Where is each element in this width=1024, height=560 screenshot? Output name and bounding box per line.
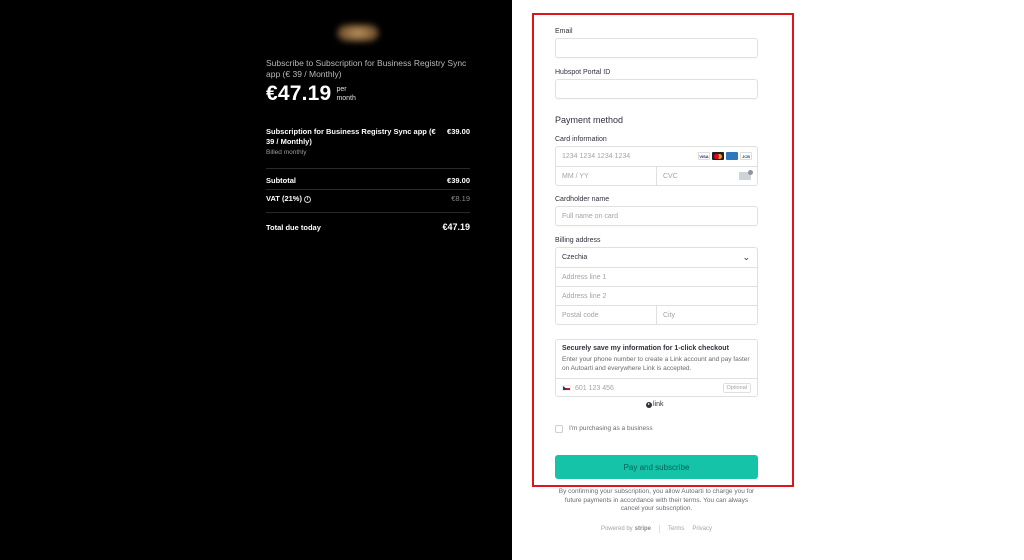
link-save-description: Enter your phone number to create a Link… xyxy=(562,356,750,372)
address-line1-input[interactable]: Address line 1 xyxy=(556,268,757,286)
address-line2-input[interactable]: Address line 2 xyxy=(556,287,757,305)
cvc-card-icon xyxy=(739,170,753,180)
vat-label-wrap: VAT (21%) i xyxy=(266,194,311,203)
email-label: Email xyxy=(555,28,573,35)
cardholder-label: Cardholder name xyxy=(555,196,610,203)
info-icon[interactable]: i xyxy=(303,195,311,203)
email-input[interactable] xyxy=(555,38,758,58)
price-row: €47.19 per month xyxy=(266,82,356,106)
card-brands: VISA JCB xyxy=(698,152,752,160)
country-value: Czechia xyxy=(562,254,588,261)
phone-placeholder: 601 123 456 xyxy=(575,384,614,392)
city-input[interactable]: City xyxy=(656,306,757,324)
total-label: Total due today xyxy=(266,222,321,232)
terms-link[interactable]: Terms xyxy=(668,526,684,532)
line-item-price: €39.00 xyxy=(447,127,470,136)
line-item: Subscription for Business Registry Sync … xyxy=(266,127,470,156)
order-summary-panel: Subscribe to Subscription for Business R… xyxy=(0,0,512,560)
link-save-box: Securely save my information for 1-click… xyxy=(555,339,758,397)
total-row: Total due today €47.19 xyxy=(266,222,470,232)
card-info-label: Card information xyxy=(555,136,607,143)
czech-flag-icon xyxy=(562,385,571,391)
jcb-icon: JCB xyxy=(740,152,752,160)
footer-divider xyxy=(659,525,660,533)
subtotal-label: Subtotal xyxy=(266,176,296,185)
card-expiry-cvc-row: MM / YY CVC xyxy=(556,166,757,185)
billing-address-label: Billing address xyxy=(555,237,601,244)
link-arrow-icon xyxy=(646,401,652,408)
divider xyxy=(266,189,470,190)
month-label: month xyxy=(336,95,356,102)
total-value: €47.19 xyxy=(442,222,470,232)
amex-icon xyxy=(726,152,738,160)
total-price: €47.19 xyxy=(266,82,332,105)
portal-id-label: Hubspot Portal ID xyxy=(555,69,611,76)
billing-period: per month xyxy=(336,85,355,103)
line-item-billing: Billed monthly xyxy=(266,149,307,156)
billing-address-group: Czechia ⌄ Address line 1 Address line 2 … xyxy=(555,247,758,325)
vat-row: VAT (21%) i €8.19 xyxy=(266,194,470,203)
footer: Powered by stripe Terms Privacy xyxy=(555,525,758,533)
mastercard-icon xyxy=(712,152,724,160)
pay-and-subscribe-button[interactable]: Pay and subscribe xyxy=(555,455,758,479)
postal-code-input[interactable]: Postal code xyxy=(556,306,656,324)
payment-method-title: Payment method xyxy=(555,115,624,125)
visa-icon: VISA xyxy=(698,152,710,160)
optional-badge: Optional xyxy=(722,383,751,393)
card-number-row[interactable]: 1234 1234 1234 1234 VISA JCB xyxy=(556,147,757,166)
subtotal-row: Subtotal €39.00 xyxy=(266,176,470,185)
business-checkbox-label[interactable]: I'm purchasing as a business xyxy=(569,425,653,432)
card-info-group: 1234 1234 1234 1234 VISA JCB MM / YY CVC xyxy=(555,146,758,186)
link-save-title: Securely save my information for 1-click… xyxy=(562,345,729,352)
line-item-name: Subscription for Business Registry Sync … xyxy=(266,127,436,146)
link-logo: link xyxy=(646,401,664,408)
country-select[interactable]: Czechia ⌄ xyxy=(556,248,757,267)
merchant-logo xyxy=(337,24,379,42)
divider xyxy=(266,212,470,213)
powered-by-label: Powered by xyxy=(600,526,633,532)
privacy-link[interactable]: Privacy xyxy=(692,526,712,532)
subscription-title: Subscribe to Subscription for Business R… xyxy=(266,58,467,79)
expiry-input[interactable]: MM / YY xyxy=(556,167,656,185)
subtotal-value: €39.00 xyxy=(447,176,470,185)
address-line1-row: Address line 1 xyxy=(556,267,757,286)
address-line2-row: Address line 2 xyxy=(556,286,757,305)
per-label: per xyxy=(336,86,347,93)
subscription-terms: By confirming your subscription, you all… xyxy=(558,488,755,512)
vat-value: €8.19 xyxy=(451,194,470,203)
cvc-placeholder: CVC xyxy=(663,172,678,180)
phone-input[interactable]: 601 123 456 Optional xyxy=(556,378,757,397)
cvc-input[interactable]: CVC xyxy=(656,167,757,185)
portal-id-input[interactable] xyxy=(555,79,758,99)
stripe-logo[interactable]: stripe xyxy=(635,526,651,532)
postal-city-row: Postal code City xyxy=(556,305,757,324)
cardholder-input[interactable]: Full name on card xyxy=(555,206,758,226)
chevron-down-icon: ⌄ xyxy=(742,252,750,262)
divider xyxy=(266,168,470,169)
link-logo-text: link xyxy=(653,401,664,408)
vat-label: VAT (21%) xyxy=(266,194,302,203)
business-checkbox[interactable] xyxy=(555,425,563,433)
